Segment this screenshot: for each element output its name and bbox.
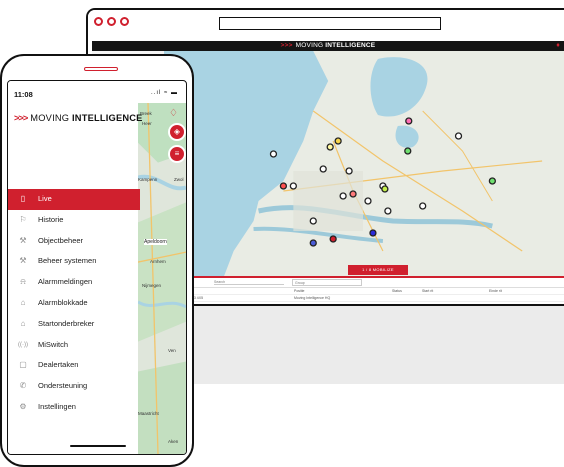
menu-item-label: Beheer systemen xyxy=(38,256,97,266)
phone-device: Breek Heer Kampenn Zwol Apeldoorn Arnhem… xyxy=(0,54,194,467)
table-search-input[interactable]: Search xyxy=(214,280,284,285)
bell-icon: ⍾ xyxy=(20,277,26,287)
brand-chevrons: >>> xyxy=(14,113,28,123)
map-city-label: Arnhem xyxy=(150,259,166,264)
brand-text-light: MOVING xyxy=(30,113,72,123)
window-close-dot[interactable] xyxy=(94,17,103,26)
table-toolbar: ☷ ☰ Search Group xyxy=(164,278,564,288)
phone-map-background[interactable]: Breek Heer Kampenn Zwol Apeldoorn Arnhem… xyxy=(138,103,186,454)
wrench-icon: ⚒ xyxy=(19,256,27,266)
map-panel-tab[interactable]: 1 / 8 MOBILIZE xyxy=(348,265,408,275)
map-city-label: Heer xyxy=(142,121,152,126)
signal-icon: ((·)) xyxy=(18,341,28,348)
column-header[interactable]: Start rit xyxy=(422,288,433,295)
status-icons: ..ıl ≈ ▬ xyxy=(151,90,178,96)
menu-item-historie[interactable]: ⚐ Historie xyxy=(8,210,140,231)
window-minimize-dot[interactable] xyxy=(107,17,116,26)
brand-text-bold: INTELLIGENCE xyxy=(325,42,376,49)
menu-item-beheer-systemen[interactable]: ⚒ Beheer systemen xyxy=(8,251,140,272)
menu-item-objectbeheer[interactable]: ⚒ Objectbeheer xyxy=(8,231,140,252)
list-icon: ≡ xyxy=(174,149,180,158)
menu-item-label: Startonderbreker xyxy=(38,318,95,328)
gear-icon: ⚙ xyxy=(19,401,27,411)
column-header[interactable]: Status xyxy=(392,288,402,295)
map-city-label: Ven xyxy=(168,348,176,353)
menu-item-startonderbreker[interactable]: ⌂ Startonderbreker xyxy=(8,314,140,335)
menu-item-label: Alarmblokkade xyxy=(38,297,88,307)
column-header[interactable]: Positie xyxy=(294,288,305,295)
window-maximize-dot[interactable] xyxy=(120,17,129,26)
table-header-row: Kenmerk Positie Status Start rit Einde r… xyxy=(164,288,564,295)
unlock-icon: ⌂ xyxy=(20,318,26,328)
list-button[interactable]: ≡ xyxy=(168,145,186,163)
map-city-label: Apeldoorn xyxy=(144,239,167,245)
menu-item-dealertaken[interactable]: ▢ Dealertaken xyxy=(8,355,140,376)
status-bar: 11:08 xyxy=(8,81,138,103)
menu-item-ondersteuning[interactable]: ✆ Ondersteuning xyxy=(8,376,140,397)
layers-button[interactable]: ◈ xyxy=(168,123,186,141)
lock-icon: ⌂ xyxy=(20,297,26,307)
phone-screen: Breek Heer Kampenn Zwol Apeldoorn Arnhem… xyxy=(7,80,187,455)
menu-item-alarmmeldingen[interactable]: ⍾ Alarmmeldingen xyxy=(8,272,140,293)
address-bar[interactable] xyxy=(219,17,441,30)
netherlands-map-graphic xyxy=(164,51,564,277)
group-select[interactable]: Group xyxy=(292,279,362,286)
status-time: 11:08 xyxy=(14,90,33,99)
map-city-label: Maastricht xyxy=(138,411,159,416)
notification-bell-icon[interactable]: ♦ xyxy=(556,41,560,51)
navigation-drawer: 11:08 >>> MOVING INTELLIGENCE ▯ Live ⚐ Hist… xyxy=(8,81,142,454)
map-city-label: Zwol xyxy=(174,177,184,182)
brand-text-light: MOVING xyxy=(295,42,326,49)
map-icon: ▯ xyxy=(20,194,26,203)
menu-item-label: Historie xyxy=(38,214,64,224)
wrench-icon: ⚒ xyxy=(19,235,27,245)
map-city-label: Nijmegen xyxy=(142,283,162,288)
column-header[interactable]: Einde rit xyxy=(489,288,502,295)
drawer-menu: ▯ Live ⚐ Historie ⚒ Objectbeheer ⚒ Beheer sy… xyxy=(8,189,140,418)
brand-text-bold: INTELLIGENCE xyxy=(72,113,143,123)
menu-item-label: Objectbeheer xyxy=(38,235,84,245)
brand-logo: >>> MOVING INTELLIGENCE xyxy=(14,113,143,123)
notification-bell-icon[interactable]: ♢ xyxy=(169,109,178,119)
layers-icon: ◈ xyxy=(173,127,181,136)
signal-wifi-battery-icon: ..ıl ≈ ▬ xyxy=(151,90,178,96)
browser-titlebar xyxy=(88,10,564,40)
menu-item-live[interactable]: ▯ Live xyxy=(8,189,140,210)
table-row[interactable]: RA-369-1 Audi A3 4X5 Moving Intelligence… xyxy=(164,295,564,302)
menu-item-miswitch[interactable]: ((·)) MiSwitch xyxy=(8,335,140,356)
map-city-label: Aken xyxy=(168,439,179,444)
map-city-label: Kampenn xyxy=(138,177,158,182)
menu-item-label: Ondersteuning xyxy=(38,381,88,391)
clipboard-icon: ▢ xyxy=(19,360,27,370)
home-indicator[interactable] xyxy=(70,445,126,447)
brand-chevrons: >>> xyxy=(280,42,293,49)
menu-item-alarmblokkade[interactable]: ⌂ Alarmblokkade xyxy=(8,293,140,314)
desktop-map[interactable] xyxy=(164,51,564,277)
vehicle-table: ☷ ☰ Search Group Kenmerk Positie Status … xyxy=(164,276,564,304)
menu-item-label: MiSwitch xyxy=(38,339,69,349)
menu-item-instellingen[interactable]: ⚙ Instellingen xyxy=(8,397,140,418)
phone-icon: ✆ xyxy=(19,381,27,391)
menu-item-label: Dealertaken xyxy=(38,360,79,370)
menu-item-label: Alarmmeldingen xyxy=(38,277,93,287)
cell-position: Moving Intelligence HQ xyxy=(294,296,331,300)
flag-icon: ⚐ xyxy=(19,214,27,224)
menu-item-label: Instellingen xyxy=(38,401,76,411)
menu-item-label: Live xyxy=(38,194,52,203)
phone-speaker xyxy=(84,67,118,71)
app-header: >>> MOVING INTELLIGENCE ♦ xyxy=(92,41,564,51)
